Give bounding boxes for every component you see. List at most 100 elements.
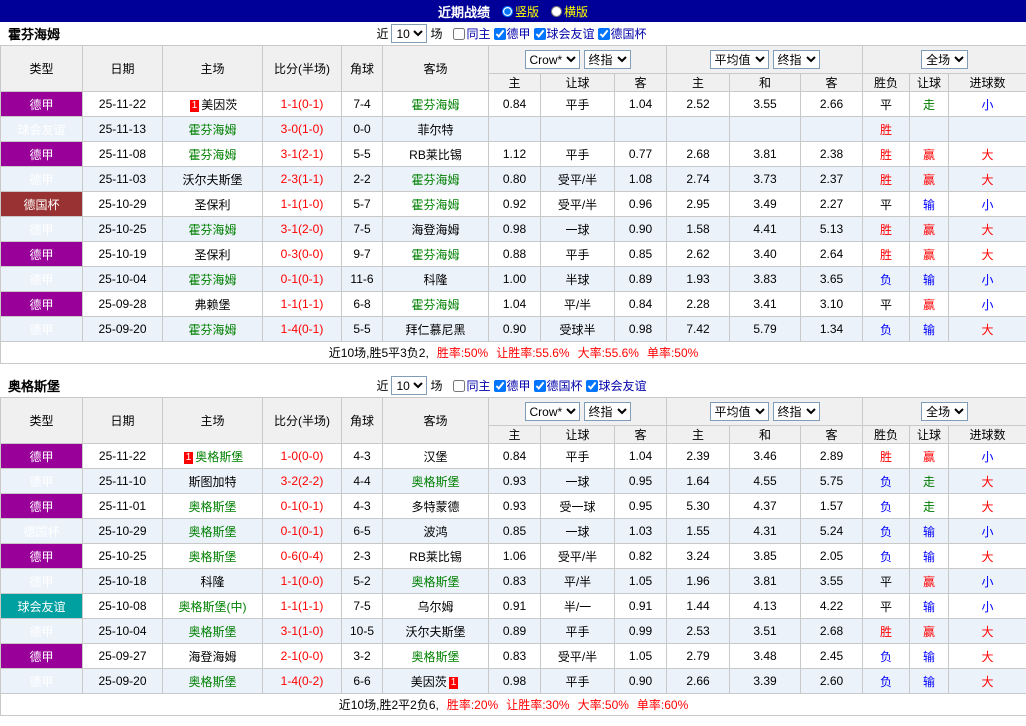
checkbox-input[interactable] <box>533 27 546 40</box>
avg-home-cell: 3.24 <box>666 543 731 569</box>
match-row: 德甲 25-10-04 霍芬海姆 0-1(0-1) 11-6 科隆 1.00 半球 0.89 1.… <box>0 266 1026 292</box>
avg-home-cell: 2.62 <box>666 241 731 267</box>
avg-home-cell: 1.44 <box>666 593 731 619</box>
home-team-name[interactable]: 霍芬海姆 <box>188 223 236 237</box>
away-team-name[interactable]: 霍芬海姆 <box>411 198 459 212</box>
league-type-cell: 德甲 <box>0 493 83 519</box>
avg-home-cell: 2.28 <box>666 291 731 317</box>
layout-vertical-option[interactable]: 竖版 <box>501 3 539 20</box>
scope-select[interactable]: 全场 <box>921 402 969 421</box>
away-team-name[interactable]: 霍芬海姆 <box>411 298 459 312</box>
corner-cell: 7-4 <box>341 91 383 117</box>
home-team-name[interactable]: 奥格斯堡 <box>195 450 243 464</box>
match-date-cell: 25-10-29 <box>82 191 163 217</box>
away-team-name[interactable]: 沃尔夫斯堡 <box>405 625 465 639</box>
checkbox-input[interactable] <box>453 379 466 392</box>
checkbox-input[interactable] <box>493 379 506 392</box>
away-team-name[interactable]: 乌尔姆 <box>417 600 453 614</box>
away-team-name[interactable]: 美因茨 <box>411 675 447 689</box>
avg-home-cell: 2.74 <box>666 166 731 192</box>
home-team-name[interactable]: 圣保利 <box>194 198 230 212</box>
away-team-name[interactable]: 霍芬海姆 <box>411 248 459 262</box>
home-team-name[interactable]: 霍芬海姆 <box>188 148 236 162</box>
odds-final-select[interactable]: 终指 <box>583 402 631 421</box>
home-team-name[interactable]: 奥格斯堡 <box>188 500 236 514</box>
avg-final-select[interactable]: 终指 <box>772 402 820 421</box>
avg-draw-cell: 4.37 <box>729 493 802 519</box>
avg-final-select[interactable]: 终指 <box>772 50 820 69</box>
odds-final-select[interactable]: 终指 <box>583 50 631 69</box>
away-team-name[interactable]: 波鸿 <box>423 525 447 539</box>
filter-checkbox[interactable]: 同主 <box>453 377 491 394</box>
filter-checkbox[interactable]: 同主 <box>453 25 491 42</box>
checkbox-input[interactable] <box>453 27 466 40</box>
match-count-select[interactable]: 10 <box>391 24 428 43</box>
home-team-name[interactable]: 弗赖堡 <box>194 298 230 312</box>
home-team-name[interactable]: 圣保利 <box>194 248 230 262</box>
home-team-name[interactable]: 奥格斯堡 <box>188 625 236 639</box>
away-team-name[interactable]: 汉堡 <box>423 450 447 464</box>
filter-checkbox[interactable]: 德国杯 <box>597 25 647 42</box>
filter-checkbox[interactable]: 德甲 <box>493 377 531 394</box>
home-team-name[interactable]: 科隆 <box>200 575 224 589</box>
horizontal-radio[interactable] <box>551 5 562 17</box>
vertical-label: 竖版 <box>514 4 539 19</box>
odds-source-select[interactable]: Crow* <box>524 50 580 69</box>
vertical-radio[interactable] <box>501 5 513 17</box>
away-team-name[interactable]: 霍芬海姆 <box>411 173 459 187</box>
home-team-name[interactable]: 海登海姆 <box>188 650 236 664</box>
away-team-name[interactable]: 霍芬海姆 <box>411 98 459 112</box>
avg-away-cell: 3.10 <box>800 291 864 317</box>
match-date-cell: 25-10-25 <box>82 543 163 569</box>
filter-checkbox[interactable]: 德甲 <box>493 25 531 42</box>
avg-source-select[interactable]: 平均值 <box>709 50 769 69</box>
summary-row: 近10场,胜5平3负2, 胜率:50% 让胜率:55.6% 大率:55.6% 单率:50… <box>0 341 1026 364</box>
away-team-name[interactable]: RB莱比锡 <box>409 550 462 564</box>
home-team-name[interactable]: 霍芬海姆 <box>188 323 236 337</box>
away-team-name[interactable]: 多特蒙德 <box>411 500 459 514</box>
home-team-name[interactable]: 奥格斯堡 <box>188 550 236 564</box>
home-team-name[interactable]: 沃尔夫斯堡 <box>182 173 242 187</box>
home-team-name[interactable]: 霍芬海姆 <box>188 273 236 287</box>
filter-checkbox[interactable]: 球会友谊 <box>533 25 595 42</box>
away-team-name[interactable]: 科隆 <box>423 273 447 287</box>
filter-bar: 奥格斯堡 近 10 场 同主 德甲 德国杯 球会友谊 <box>0 374 1026 397</box>
checkbox-input[interactable] <box>597 27 610 40</box>
page-title: 近期战绩 <box>437 4 490 20</box>
match-row: 德国杯 25-10-29 圣保利 1-1(1-0) 5-7 霍芬海姆 0.92 受平/半 0.9… <box>0 191 1026 217</box>
match-date-cell: 25-10-04 <box>82 266 163 292</box>
away-team-name[interactable]: RB莱比锡 <box>409 148 462 162</box>
home-team-name[interactable]: 奥格斯堡 <box>188 525 236 539</box>
home-team-cell: 科隆 <box>162 568 263 594</box>
league-type-cell: 德甲 <box>0 266 83 292</box>
layout-horizontal-option[interactable]: 横版 <box>551 3 588 20</box>
home-team-name[interactable]: 霍芬海姆 <box>188 123 236 137</box>
checkbox-input[interactable] <box>585 379 598 392</box>
score-cell: 0-6(0-4) <box>262 543 342 569</box>
home-team-name[interactable]: 奥格斯堡(中) <box>179 600 247 614</box>
match-date-cell: 25-10-04 <box>82 618 163 644</box>
match-count-select[interactable]: 10 <box>391 376 428 395</box>
home-team-name[interactable]: 美因茨 <box>201 98 237 112</box>
goals-result-cell: 小 <box>948 593 1026 619</box>
away-team-name[interactable]: 拜仁慕尼黑 <box>405 323 465 337</box>
odds-source-select[interactable]: Crow* <box>524 402 580 421</box>
away-team-name[interactable]: 奥格斯堡 <box>411 650 459 664</box>
filter-checkbox[interactable]: 球会友谊 <box>585 377 647 394</box>
home-team-name[interactable]: 奥格斯堡 <box>188 675 236 689</box>
col-score: 比分(半场) <box>262 45 342 92</box>
col-avg-away: 客 <box>800 425 864 444</box>
filter-checkbox[interactable]: 德国杯 <box>533 377 583 394</box>
away-team-name[interactable]: 奥格斯堡 <box>411 475 459 489</box>
odds-home-cell: 0.84 <box>488 443 541 469</box>
home-team-name[interactable]: 斯图加特 <box>188 475 236 489</box>
avg-source-select[interactable]: 平均值 <box>709 402 769 421</box>
away-team-name[interactable]: 奥格斯堡 <box>411 575 459 589</box>
away-team-name[interactable]: 海登海姆 <box>411 223 459 237</box>
away-team-name[interactable]: 菲尔特 <box>417 123 453 137</box>
odds-away-cell: 1.05 <box>613 568 668 594</box>
checkbox-input[interactable] <box>493 27 506 40</box>
checkbox-input[interactable] <box>533 379 546 392</box>
scope-select[interactable]: 全场 <box>921 50 969 69</box>
score-cell: 1-1(1-1) <box>262 593 342 619</box>
